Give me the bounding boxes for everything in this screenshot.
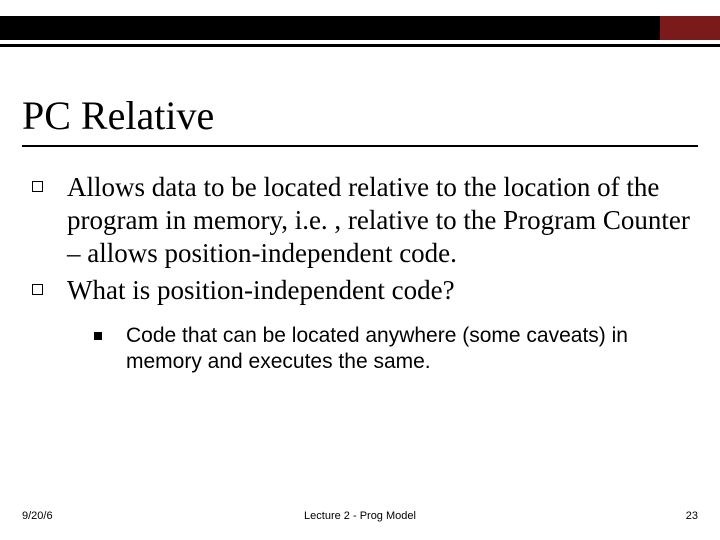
footer-date: 9/20/6 (22, 510, 53, 522)
slide-title: PC Relative (22, 92, 698, 139)
header-bar (0, 16, 720, 40)
filled-square-bullet-icon (94, 332, 102, 340)
bullet-text: Allows data to be located relative to th… (67, 171, 698, 270)
header-rule (0, 44, 720, 47)
footer-title: Lecture 2 - Prog Model (304, 510, 416, 522)
slide-content: PC Relative Allows data to be located re… (22, 92, 698, 375)
square-bullet-icon (32, 284, 43, 295)
sub-bullet-text: Code that can be located anywhere (some … (126, 323, 698, 376)
list-item: Allows data to be located relative to th… (32, 171, 698, 270)
list-item: What is position-independent code? (32, 274, 698, 307)
bullet-list: Allows data to be located relative to th… (22, 171, 698, 375)
bullet-text: What is position-independent code? (67, 274, 455, 307)
header-accent (660, 16, 720, 40)
title-rule (22, 145, 698, 147)
list-item: Code that can be located anywhere (some … (94, 323, 698, 376)
footer-page-number: 23 (686, 510, 698, 522)
square-bullet-icon (32, 181, 43, 192)
sub-bullet-list: Code that can be located anywhere (some … (32, 323, 698, 376)
